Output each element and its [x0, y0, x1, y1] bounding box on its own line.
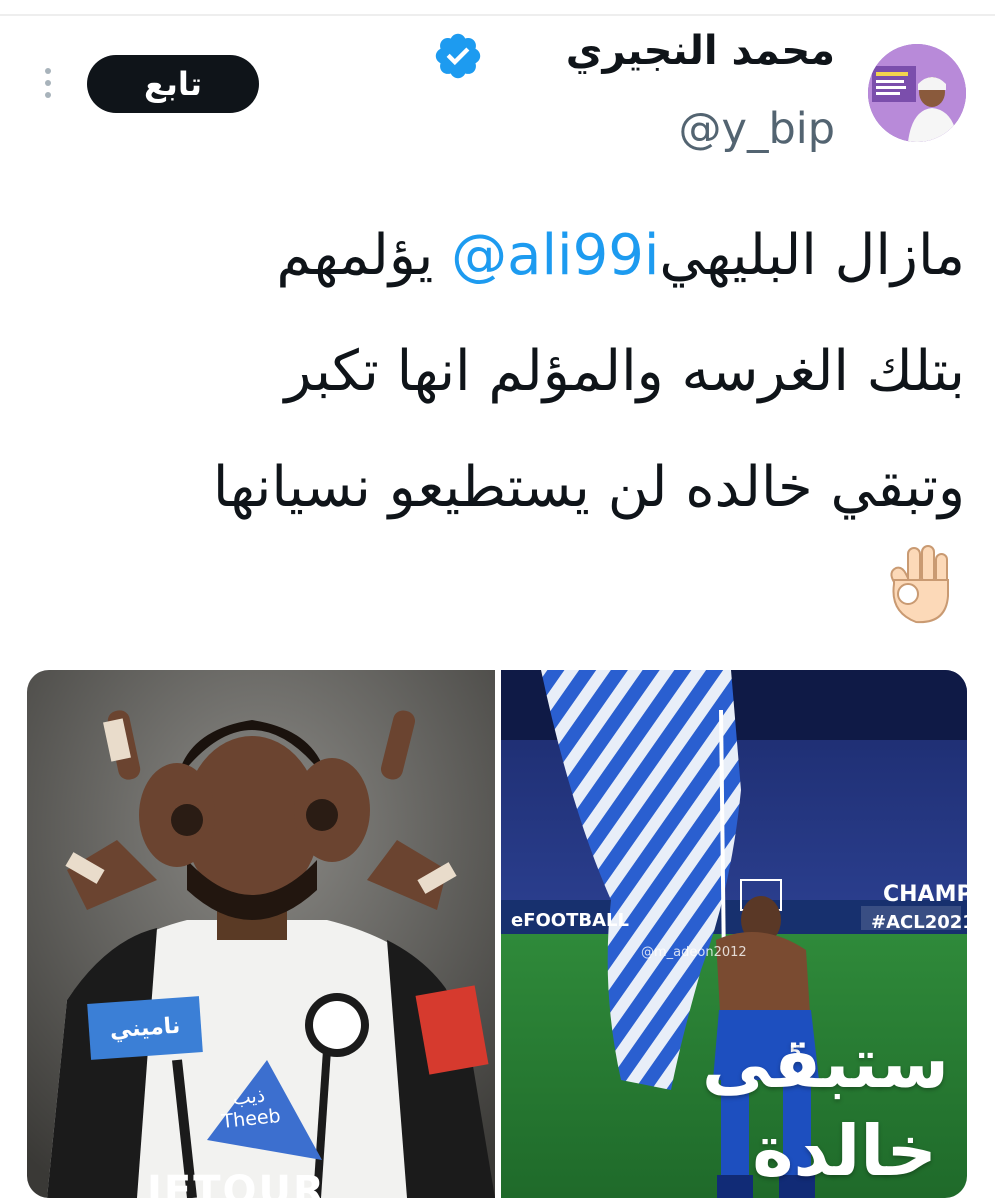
sponsor-logo-jetour: JETOUR [147, 1168, 326, 1198]
tweet-line-1-end: يؤلمهم [276, 223, 452, 288]
more-options-icon[interactable] [40, 68, 56, 102]
tweet-line-3: وتبقي خالده لن يستطيعو نسيانها [212, 455, 965, 520]
overlay-text-line-2: خالدة [752, 1110, 937, 1192]
media-image-left[interactable]: ناميني ذيب Theeb JETOUR [27, 670, 495, 1198]
tweet-line-2: بتلك الغرسه والمؤلم انها تكبر [284, 339, 965, 404]
display-name[interactable]: محمد النجيري [566, 28, 835, 74]
board-acl2021: #ACL2021 [871, 912, 967, 933]
sponsor-logo-namini: ناميني [87, 996, 203, 1060]
tweet-line-1-start: مازال البليهي [659, 223, 965, 288]
tweet-line-1: مازال البليهي@ali99i يؤلمهم [50, 198, 965, 314]
photo-watermark: @m_adeon2012 [641, 945, 747, 960]
verified-badge-icon [435, 33, 481, 79]
top-divider [0, 14, 995, 16]
tweet-media[interactable]: ناميني ذيب Theeb JETOUR eFOOTBALL #ACL20… [27, 670, 967, 1198]
mention-link[interactable]: @ali99i [451, 223, 659, 288]
avatar[interactable] [868, 44, 966, 142]
sponsor-logo-theeb: ذيب Theeb [213, 1082, 287, 1133]
overlay-text-line-1: ستبقى [701, 1022, 949, 1104]
tweet-text: مازال البليهي@ali99i يؤلمهم بتلك الغرسه … [50, 198, 965, 546]
board-champ: CHAMP [883, 882, 967, 907]
media-image-right[interactable]: eFOOTBALL #ACL2021 CHAMP @m_adeon2012 5 … [501, 670, 967, 1198]
board-efootball: eFOOTBALL [511, 910, 629, 931]
follow-button[interactable]: تابع [87, 55, 259, 113]
user-handle[interactable]: @y_bip [679, 104, 835, 154]
avatar-image [868, 44, 966, 142]
ok-hand-emoji-icon [890, 545, 949, 624]
